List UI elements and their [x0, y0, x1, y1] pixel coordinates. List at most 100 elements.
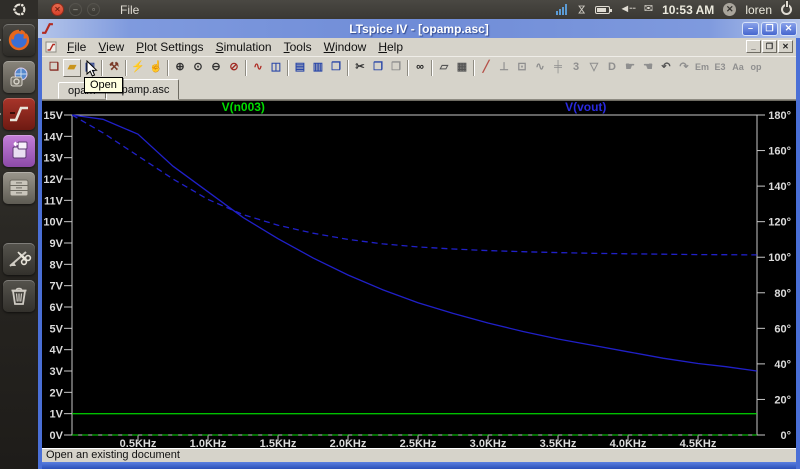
spice-directive-button[interactable]: op [747, 59, 765, 77]
y-left-label: 15V [43, 110, 63, 122]
ltspice-window: LTspice IV - [opamp.asc] – ❐ ✕ File View Plo… [38, 19, 800, 469]
redo-button[interactable]: ↷ [675, 59, 693, 77]
menu-simulation[interactable]: Simulation [210, 39, 278, 55]
mdi-minimize-button[interactable]: _ [746, 40, 761, 53]
y-right-label: 80° [774, 288, 791, 300]
dock-item-firefox[interactable] [0, 24, 35, 56]
ground-button[interactable]: ⊥ [495, 59, 513, 77]
panel-menu-file[interactable]: File [120, 3, 139, 17]
capacitor-button[interactable]: ╪ [549, 59, 567, 77]
control-panel-button[interactable]: ⚒ [105, 59, 123, 77]
dock-item-cutter[interactable] [3, 243, 35, 275]
trace-v-vout-magnitude [72, 114, 757, 372]
menu-view[interactable]: View [92, 39, 130, 55]
plot-settings-button[interactable]: ◫ [267, 59, 285, 77]
print-button[interactable]: ▦ [453, 59, 471, 77]
x-tick-label: 1.0KHz [190, 438, 227, 449]
autorange-y-axis-button[interactable]: ∿ [249, 59, 267, 77]
clock[interactable]: 10:53 AM [662, 3, 714, 17]
zoom-area-button[interactable]: ⊙ [189, 59, 207, 77]
component-button[interactable]: D [603, 59, 621, 77]
menu-tools[interactable]: Tools [278, 39, 318, 55]
restore-button[interactable]: ❐ [761, 21, 778, 36]
diode-button[interactable]: ▽ [585, 59, 603, 77]
power-icon[interactable] [781, 4, 792, 15]
text-button[interactable]: Aa [729, 59, 747, 77]
dock-item-ltspice[interactable] [0, 98, 35, 130]
x-tick-label: 2.0KHz [330, 438, 367, 449]
x-tick-label: 2.5KHz [400, 438, 437, 449]
volume-icon[interactable]: ◄╌ [619, 4, 635, 15]
menu-plot-settings[interactable]: Plot Settings [130, 39, 209, 55]
zoom-in-button[interactable]: ⊕ [171, 59, 189, 77]
cut-button[interactable]: ✂ [351, 59, 369, 77]
network-signal-icon[interactable] [556, 4, 568, 15]
toolbar-separator [245, 59, 247, 76]
waveform-pane[interactable]: 15V 14V 13V 12V 11V 10V 9V 8V 7V 6V 5V 4V 3V 2V 1V 0V 18… [42, 100, 796, 449]
menu-help[interactable]: Help [372, 39, 409, 55]
menu-window[interactable]: Window [318, 39, 373, 55]
battery-icon[interactable] [595, 5, 613, 14]
top-panel: ✕ – ▫ File ⋈ ◄╌ ✉ 10:53 AM ✕ loren [0, 0, 800, 19]
find-button[interactable]: ∞ [411, 59, 429, 77]
toolbar-separator [167, 59, 169, 76]
tile-horizontal-button[interactable]: ▤ [291, 59, 309, 77]
user-status-icon[interactable]: ✕ [723, 3, 737, 16]
title-bar[interactable]: LTspice IV - [opamp.asc] – ❐ ✕ [38, 19, 800, 38]
dock-item-software-center[interactable] [3, 61, 35, 93]
y-right-label: 40° [774, 359, 791, 371]
paste-button[interactable]: ❒ [387, 59, 405, 77]
document-icon [45, 41, 57, 53]
menu-bar: File View Plot Settings Simulation Tools Wind… [42, 38, 796, 56]
run-button[interactable]: ⚡ [129, 59, 147, 77]
user-name[interactable]: loren [745, 3, 772, 17]
halt-button[interactable]: ☝ [147, 59, 165, 77]
dock-item-file-manager[interactable] [3, 172, 35, 204]
bluetooth-icon[interactable]: ⋈ [576, 5, 587, 15]
mail-icon[interactable]: ✉ [644, 4, 653, 15]
y-left-label: 2V [50, 387, 64, 399]
waveform-plot[interactable]: 15V 14V 13V 12V 11V 10V 9V 8V 7V 6V 5V 4V 3V 2V 1V 0V 18… [42, 101, 796, 449]
drag-button[interactable]: ☚ [639, 59, 657, 77]
tab-bar: opam opamp.asc [42, 78, 796, 100]
y-right-label: 20° [774, 394, 791, 406]
rotate-button[interactable]: E3 [711, 59, 729, 77]
minimize-button[interactable]: – [742, 21, 759, 36]
inductor-button[interactable]: 3 [567, 59, 585, 77]
toolbar-separator [473, 59, 475, 76]
screen: ✕ – ▫ File ⋈ ◄╌ ✉ 10:53 AM ✕ loren LTspice… [0, 0, 800, 469]
tile-vertical-button[interactable]: ▥ [309, 59, 327, 77]
toolbar-separator [101, 59, 103, 76]
move-button[interactable]: ☛ [621, 59, 639, 77]
toolbar: ❑▰▣⚒⚡☝⊕⊙⊖⊘∿◫▤▥❐✂❐❒∞▱▦╱⊥⊡∿╪3▽D☛☚↶↷EmE3Aao… [42, 56, 796, 78]
y-right-label: 60° [774, 323, 791, 335]
resistor-button[interactable]: ∿ [531, 59, 549, 77]
undo-button[interactable]: ↶ [657, 59, 675, 77]
minimize-button[interactable]: – [69, 3, 82, 16]
zoom-out-button[interactable]: ⊖ [207, 59, 225, 77]
maximize-button[interactable]: ▫ [87, 3, 100, 16]
x-tick-label: 1.5KHz [260, 438, 297, 449]
open-button[interactable]: ▰ [63, 58, 81, 77]
zoom-full-extents-button[interactable]: ⊘ [225, 59, 243, 77]
close-button[interactable]: ✕ [51, 3, 64, 16]
wire-button[interactable]: ╱ [477, 59, 495, 77]
ubuntu-button[interactable] [0, 0, 38, 19]
mdi-close-button[interactable]: ✕ [778, 40, 793, 53]
cascade-windows-button[interactable]: ❐ [327, 59, 345, 77]
y-left-label: 1V [50, 409, 64, 421]
client-area: File View Plot Settings Simulation Tools Wind… [38, 38, 800, 469]
net-label-button[interactable]: ⊡ [513, 59, 531, 77]
y-left-label: 6V [50, 302, 64, 314]
y-left-label: 0V [50, 430, 64, 442]
new-schematic-button[interactable]: ❑ [45, 59, 63, 77]
menu-file[interactable]: File [61, 39, 92, 55]
print-preview-button[interactable]: ▱ [435, 59, 453, 77]
dock-item-screenshot-tool[interactable] [3, 135, 35, 167]
dock-item-trash[interactable] [3, 280, 35, 312]
mdi-restore-button[interactable]: ❐ [762, 40, 777, 53]
y-right-label: 0° [780, 430, 791, 442]
close-button[interactable]: ✕ [780, 21, 797, 36]
copy-button[interactable]: ❐ [369, 59, 387, 77]
mirror-button[interactable]: Em [693, 59, 711, 77]
